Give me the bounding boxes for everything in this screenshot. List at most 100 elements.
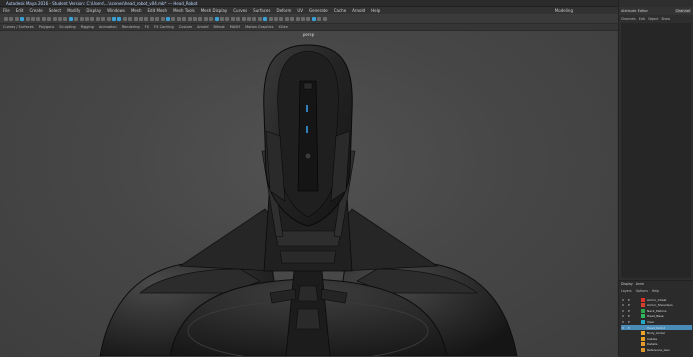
toolbar-tool-icon[interactable] [193,16,197,21]
layer-color-swatch[interactable] [641,308,645,313]
toolbar-tool-icon[interactable] [117,16,122,21]
layer-color-swatch[interactable] [641,342,645,347]
toolbar-tool-icon[interactable] [58,16,62,21]
toolbar-tool-icon[interactable] [9,16,14,21]
workspace-selector[interactable]: Modeling [555,8,573,13]
layer-color-swatch[interactable] [641,347,645,352]
toolbar-tool-icon[interactable] [41,16,46,21]
shelf-tab[interactable]: FX [145,25,149,29]
layer-visibility-toggle[interactable]: V [622,309,624,313]
toolbar-tool-icon[interactable] [241,16,246,21]
toolbar-tool-icon[interactable] [36,16,41,21]
shelf-tab[interactable]: Custom [179,25,192,29]
layer-playback-toggle[interactable]: P [628,314,630,318]
menu-item[interactable]: Select [49,8,61,13]
layer-playback-toggle[interactable]: P [628,298,630,302]
toolbar-tool-icon[interactable] [268,16,273,21]
toolbar-tool-icon[interactable] [301,16,305,21]
toolbar-tool-icon[interactable] [14,16,19,21]
layer-row[interactable]: Reference_Geo [621,347,692,352]
menu-item[interactable]: Edit Mesh [148,8,168,13]
menu-item[interactable]: Mesh Display [201,8,228,13]
menu-item[interactable]: Help [371,8,380,13]
menu-item[interactable]: Mesh [131,8,142,13]
channel-box-menu-item[interactable]: Channels [621,17,636,21]
menu-item[interactable]: Modify [67,8,80,13]
toolbar-tool-icon[interactable] [284,16,289,21]
toolbar-tool-icon[interactable] [90,16,95,21]
menu-item[interactable]: Arnold [352,8,365,13]
toolbar-tool-icon[interactable] [290,16,295,21]
toolbar-tool-icon[interactable] [101,16,106,21]
toolbar-tool-icon[interactable] [166,16,170,21]
shelf-tab[interactable]: MASH [230,25,240,29]
toolbar-tool-icon[interactable] [47,16,52,21]
toolbar-tool-icon[interactable] [139,16,143,21]
tab-display[interactable]: Display [621,282,633,286]
layer-visibility-toggle[interactable]: V [622,303,624,307]
toolbar-tool-icon[interactable] [230,16,235,21]
menu-item[interactable]: Create [29,8,42,13]
shelf-tab[interactable]: Bifrost [213,25,224,29]
layer-playback-toggle[interactable]: P [628,326,630,330]
menu-item[interactable]: UV [297,8,303,13]
layer-color-swatch[interactable] [641,336,645,341]
layer-row[interactable]: V P Armor_Shoulders [621,303,692,308]
menu-options[interactable]: Options [636,289,648,293]
layer-row[interactable]: Details [621,342,692,347]
shelf-tab[interactable]: Arnold [197,25,208,29]
toolbar-tool-icon[interactable] [306,16,311,21]
layer-visibility-toggle[interactable]: V [622,298,624,302]
toolbar-tool-icon[interactable] [322,16,327,21]
toolbar-tool-icon[interactable] [176,16,181,21]
shelf-tab[interactable]: Motion Graphics [245,25,273,29]
channel-box-tab[interactable]: Channel [674,8,691,13]
toolbar-tool-icon[interactable] [112,16,116,21]
shelf-tab[interactable]: XGen [279,25,288,29]
toolbar-tool-icon[interactable] [128,16,133,21]
layer-color-swatch[interactable] [641,303,645,308]
menu-item[interactable]: Surfaces [253,8,270,13]
toolbar-tool-icon[interactable] [279,16,284,21]
toolbar-tool-icon[interactable] [252,16,257,21]
layer-row[interactable]: V P Head_Base [621,314,692,319]
toolbar-tool-icon[interactable] [225,16,230,21]
toolbar-tool-icon[interactable] [182,16,187,21]
toolbar-tool-icon[interactable] [79,16,84,21]
toolbar-tool-icon[interactable] [149,16,154,21]
layer-color-swatch[interactable] [641,297,645,302]
menu-item[interactable]: Deform [276,8,291,13]
toolbar-tool-icon[interactable] [25,16,30,21]
toolbar-tool-icon[interactable] [311,16,316,21]
menu-item[interactable]: Cache [334,8,346,13]
toolbar-tool-icon[interactable] [68,16,73,21]
layer-row[interactable]: Cables [621,336,692,341]
toolbar-tool-icon[interactable] [236,16,241,21]
toolbar-tool-icon[interactable] [74,16,79,21]
toolbar-tool-icon[interactable] [106,16,111,21]
toolbar-tool-icon[interactable] [317,16,322,21]
shelf-tab[interactable]: Rendering [122,25,140,29]
toolbar-tool-icon[interactable] [257,16,262,21]
toolbar-tool-icon[interactable] [20,16,25,21]
layer-color-swatch[interactable] [641,314,645,319]
menu-item[interactable]: File [3,8,10,13]
toolbar-tool-icon[interactable] [4,16,8,21]
layer-visibility-toggle[interactable]: V [622,314,624,318]
toolbar-tool-icon[interactable] [122,16,127,21]
3d-viewport[interactable]: persp [0,31,617,356]
shelf-tab[interactable]: Polygons [39,25,55,29]
toolbar-tool-icon[interactable] [214,16,219,21]
menu-item[interactable]: Windows [107,8,125,13]
shelf-tab[interactable]: Rigging [81,25,94,29]
toolbar-tool-icon[interactable] [187,16,192,21]
toolbar-tool-icon[interactable] [203,16,208,21]
menu-layers[interactable]: Layers [621,289,632,293]
toolbar-tool-icon[interactable] [144,16,149,21]
toolbar-tool-icon[interactable] [95,16,100,21]
attribute-editor-tab[interactable]: Attribute Editor [621,9,648,13]
toolbar-tool-icon[interactable] [31,16,35,21]
channel-box-menu-item[interactable]: Edit [639,17,645,21]
layer-row[interactable]: V P Neck_Pistons [621,308,692,313]
toolbar-tool-icon[interactable] [220,16,224,21]
